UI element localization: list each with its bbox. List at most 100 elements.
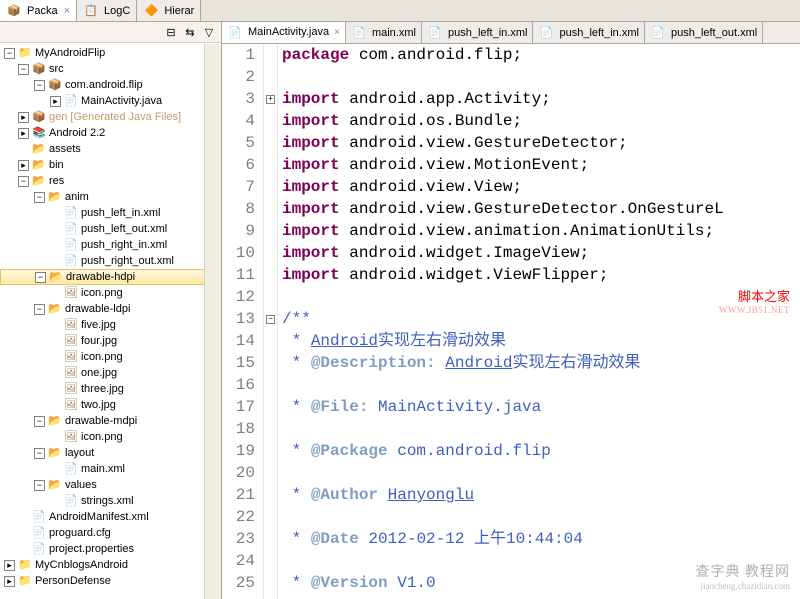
expand-icon[interactable]: − (34, 480, 45, 491)
tree-item[interactable]: −📂drawable-ldpi (0, 301, 221, 317)
tree-item[interactable]: 📄strings.xml (0, 493, 221, 509)
code-content[interactable]: package com.android.flip; import android.… (278, 44, 800, 599)
tree-item[interactable]: ▸📚Android 2.2 (0, 125, 221, 141)
tree-item[interactable]: 📄AndroidManifest.xml (0, 509, 221, 525)
tree-item[interactable]: −📁MyAndroidFlip (0, 45, 221, 61)
fold-cell[interactable]: + (264, 88, 277, 110)
tree-item[interactable]: 🖼icon.png (0, 349, 221, 365)
tree-item[interactable]: 🖼two.jpg (0, 397, 221, 413)
expand-icon[interactable]: − (4, 48, 15, 59)
code-line[interactable] (282, 66, 800, 88)
tree-item[interactable]: ▸📄MainActivity.java (0, 93, 221, 109)
expand-icon[interactable]: − (34, 416, 45, 427)
tree-item[interactable]: −📂layout (0, 445, 221, 461)
expand-icon[interactable]: ▸ (18, 160, 29, 171)
tree-scrollbar[interactable] (204, 44, 221, 599)
close-icon[interactable]: × (64, 5, 70, 17)
code-line[interactable]: * @Author Hanyonglu (282, 484, 800, 506)
tree-item[interactable]: ▸📁MyCnblogsAndroid (0, 557, 221, 573)
link-editor-icon[interactable]: ⇆ (182, 24, 198, 40)
code-editor[interactable]: 1234567891011121314151617181920212223242… (222, 44, 800, 599)
expand-icon[interactable]: ▸ (4, 576, 15, 587)
fold-toggle-icon[interactable]: − (266, 315, 275, 324)
tree-item[interactable]: −📂drawable-mdpi (0, 413, 221, 429)
tree-item[interactable]: −📦src (0, 61, 221, 77)
tree-item[interactable]: 🖼four.jpg (0, 333, 221, 349)
expand-icon[interactable]: − (34, 448, 45, 459)
expand-icon[interactable]: − (34, 304, 45, 315)
tree-item[interactable]: −📂anim (0, 189, 221, 205)
editor-tab[interactable]: 📄push_left_in.xml (533, 22, 645, 43)
close-icon[interactable]: × (334, 27, 340, 38)
code-line[interactable]: * @Date 2012-02-12 上午10:44:04 (282, 528, 800, 550)
code-line[interactable]: * @Package com.android.flip (282, 440, 800, 462)
tree-item[interactable]: 🖼one.jpg (0, 365, 221, 381)
collapse-all-icon[interactable]: ⊟ (163, 24, 179, 40)
code-line[interactable]: * @File: MainActivity.java (282, 396, 800, 418)
tree-item[interactable]: −📦com.android.flip (0, 77, 221, 93)
tree-item[interactable]: 📂assets (0, 141, 221, 157)
code-line[interactable] (282, 418, 800, 440)
expand-icon[interactable]: ▸ (18, 112, 29, 123)
editor-tab[interactable]: 📄push_left_in.xml (422, 22, 534, 43)
expand-icon[interactable]: − (35, 272, 46, 283)
code-line[interactable]: import android.view.GestureDetector; (282, 132, 800, 154)
code-line[interactable]: import android.view.MotionEvent; (282, 154, 800, 176)
watermark-chazidian: 查字典 教程网 jiaocheng.chazidian.com (696, 561, 791, 591)
expand-icon[interactable]: − (34, 80, 45, 91)
code-line[interactable] (282, 462, 800, 484)
tree-item[interactable]: ▸📂bin (0, 157, 221, 173)
tree-item[interactable]: 📄push_left_out.xml (0, 221, 221, 237)
code-line[interactable]: import android.widget.ImageView; (282, 242, 800, 264)
tree-item[interactable]: −📂res (0, 173, 221, 189)
tree-item[interactable]: 📄proguard.cfg (0, 525, 221, 541)
view-tab-logc[interactable]: 📋LogC (77, 0, 137, 21)
editor-tab[interactable]: 📄MainActivity.java× (222, 22, 346, 43)
tree-item[interactable]: 🖼icon.png (0, 285, 221, 301)
editor-tab[interactable]: 📄push_left_out.xml (645, 22, 763, 43)
code-line[interactable] (282, 374, 800, 396)
code-line[interactable]: package com.android.flip; (282, 44, 800, 66)
tree-item[interactable]: ▸📁PersonDefense (0, 573, 221, 589)
view-menu-icon[interactable]: ▽ (201, 24, 217, 40)
view-tab-hierar[interactable]: 🔶Hierar (137, 0, 201, 21)
file-icon: 🖼 (63, 398, 79, 412)
editor-tab[interactable]: 📄main.xml (346, 22, 422, 43)
view-tab-packa[interactable]: 📦Packa× (0, 0, 77, 21)
tree-item[interactable]: −📂values (0, 477, 221, 493)
expand-icon[interactable]: − (18, 176, 29, 187)
code-line[interactable]: * Android实现左右滑动效果 (282, 330, 800, 352)
tree-item[interactable]: 🖼three.jpg (0, 381, 221, 397)
fold-cell[interactable]: − (264, 308, 277, 330)
expand-icon[interactable]: − (34, 192, 45, 203)
fold-toggle-icon[interactable]: + (266, 95, 275, 104)
tree-item[interactable]: 📄push_right_out.xml (0, 253, 221, 269)
tree-item[interactable]: 🖼five.jpg (0, 317, 221, 333)
tree-item[interactable]: 📄main.xml (0, 461, 221, 477)
tree-item[interactable]: 🖼icon.png (0, 429, 221, 445)
tree-item[interactable]: 📄push_left_in.xml (0, 205, 221, 221)
tree-item[interactable]: 📄project.properties (0, 541, 221, 557)
tree-item[interactable]: ▸📦gen [Generated Java Files] (0, 109, 221, 125)
expand-icon[interactable]: − (18, 64, 29, 75)
expand-icon[interactable]: ▸ (4, 560, 15, 571)
code-line[interactable]: import android.widget.ViewFlipper; (282, 264, 800, 286)
project-tree[interactable]: −📁MyAndroidFlip−📦src−📦com.android.flip▸📄… (0, 43, 221, 599)
fold-gutter[interactable]: +− (264, 44, 278, 599)
code-line[interactable]: import android.app.Activity; (282, 88, 800, 110)
tree-item[interactable]: −📂drawable-hdpi (0, 269, 221, 285)
file-icon: 📂 (31, 158, 47, 172)
file-icon: 🖼 (63, 382, 79, 396)
expand-icon[interactable]: ▸ (50, 96, 61, 107)
line-number: 16 (222, 374, 255, 396)
expand-icon[interactable]: ▸ (18, 128, 29, 139)
code-line[interactable]: import android.view.animation.AnimationU… (282, 220, 800, 242)
file-icon: 📦 (31, 62, 47, 76)
code-line[interactable]: import android.os.Bundle; (282, 110, 800, 132)
tree-item[interactable]: 📄push_right_in.xml (0, 237, 221, 253)
code-line[interactable]: import android.view.View; (282, 176, 800, 198)
code-line[interactable]: import android.view.GestureDetector.OnGe… (282, 198, 800, 220)
code-line[interactable]: * @Description: Android实现左右滑动效果 (282, 352, 800, 374)
tree-label: icon.png (81, 429, 123, 445)
code-line[interactable] (282, 506, 800, 528)
